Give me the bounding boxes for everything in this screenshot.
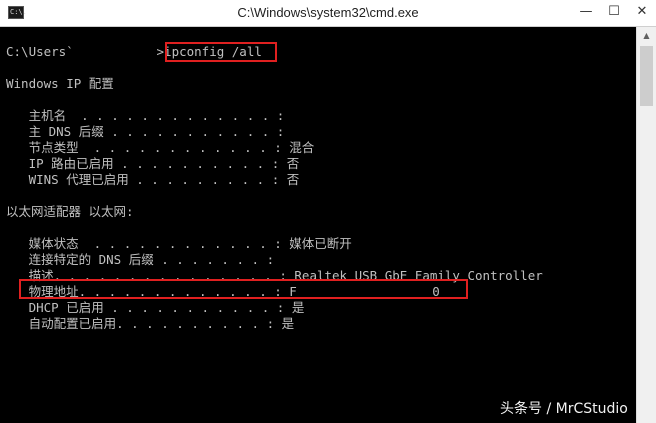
console-line-ip-routing: IP 路由已启用 . . . . . . . . . . : 否 <box>6 156 300 171</box>
watermark: 头条号 / MrCStudio <box>500 401 628 417</box>
console-line-connection-dns: 连接特定的 DNS 后缀 . . . . . . . : <box>6 252 275 267</box>
console-line-dns-suffix: 主 DNS 后缀 . . . . . . . . . . . : <box>6 124 285 139</box>
console-line-wins-proxy: WINS 代理已启用 . . . . . . . . . : 否 <box>6 172 300 187</box>
physical-address-highlight-box <box>19 279 468 299</box>
close-button[interactable]: ✕ <box>628 0 656 26</box>
minimize-button[interactable]: — <box>572 0 600 26</box>
prompt-text: C:\Users` > <box>6 44 165 59</box>
command-highlight-box <box>165 42 277 62</box>
console-output[interactable]: C:\Users` >ipconfig /all Windows IP 配置 主… <box>0 27 636 423</box>
cmd-window: C:\. C:\Windows\system32\cmd.exe — ☐ ✕ C… <box>0 0 656 423</box>
title-bar[interactable]: C:\. C:\Windows\system32\cmd.exe — ☐ ✕ <box>0 0 656 27</box>
maximize-button[interactable]: ☐ <box>600 0 628 26</box>
section-heading-ethernet: 以太网适配器 以太网: <box>6 204 134 219</box>
console-line-autoconfig: 自动配置已启用. . . . . . . . . . : 是 <box>6 316 295 331</box>
window-title: C:\Windows\system32\cmd.exe <box>237 5 419 20</box>
console-line-media-state: 媒体状态 . . . . . . . . . . . . : 媒体已断开 <box>6 236 352 251</box>
scrollbar-thumb[interactable] <box>640 46 653 106</box>
scroll-up-arrow-icon[interactable]: ▲ <box>637 27 656 44</box>
section-heading-windows-ip: Windows IP 配置 <box>6 76 114 91</box>
vertical-scrollbar[interactable]: ▲ <box>636 27 656 423</box>
console-line-hostname: 主机名 . . . . . . . . . . . . . : <box>6 108 285 123</box>
console-line-dhcp: DHCP 已启用 . . . . . . . . . . . : 是 <box>6 300 305 315</box>
console-line-node-type: 节点类型 . . . . . . . . . . . . : 混合 <box>6 140 315 155</box>
